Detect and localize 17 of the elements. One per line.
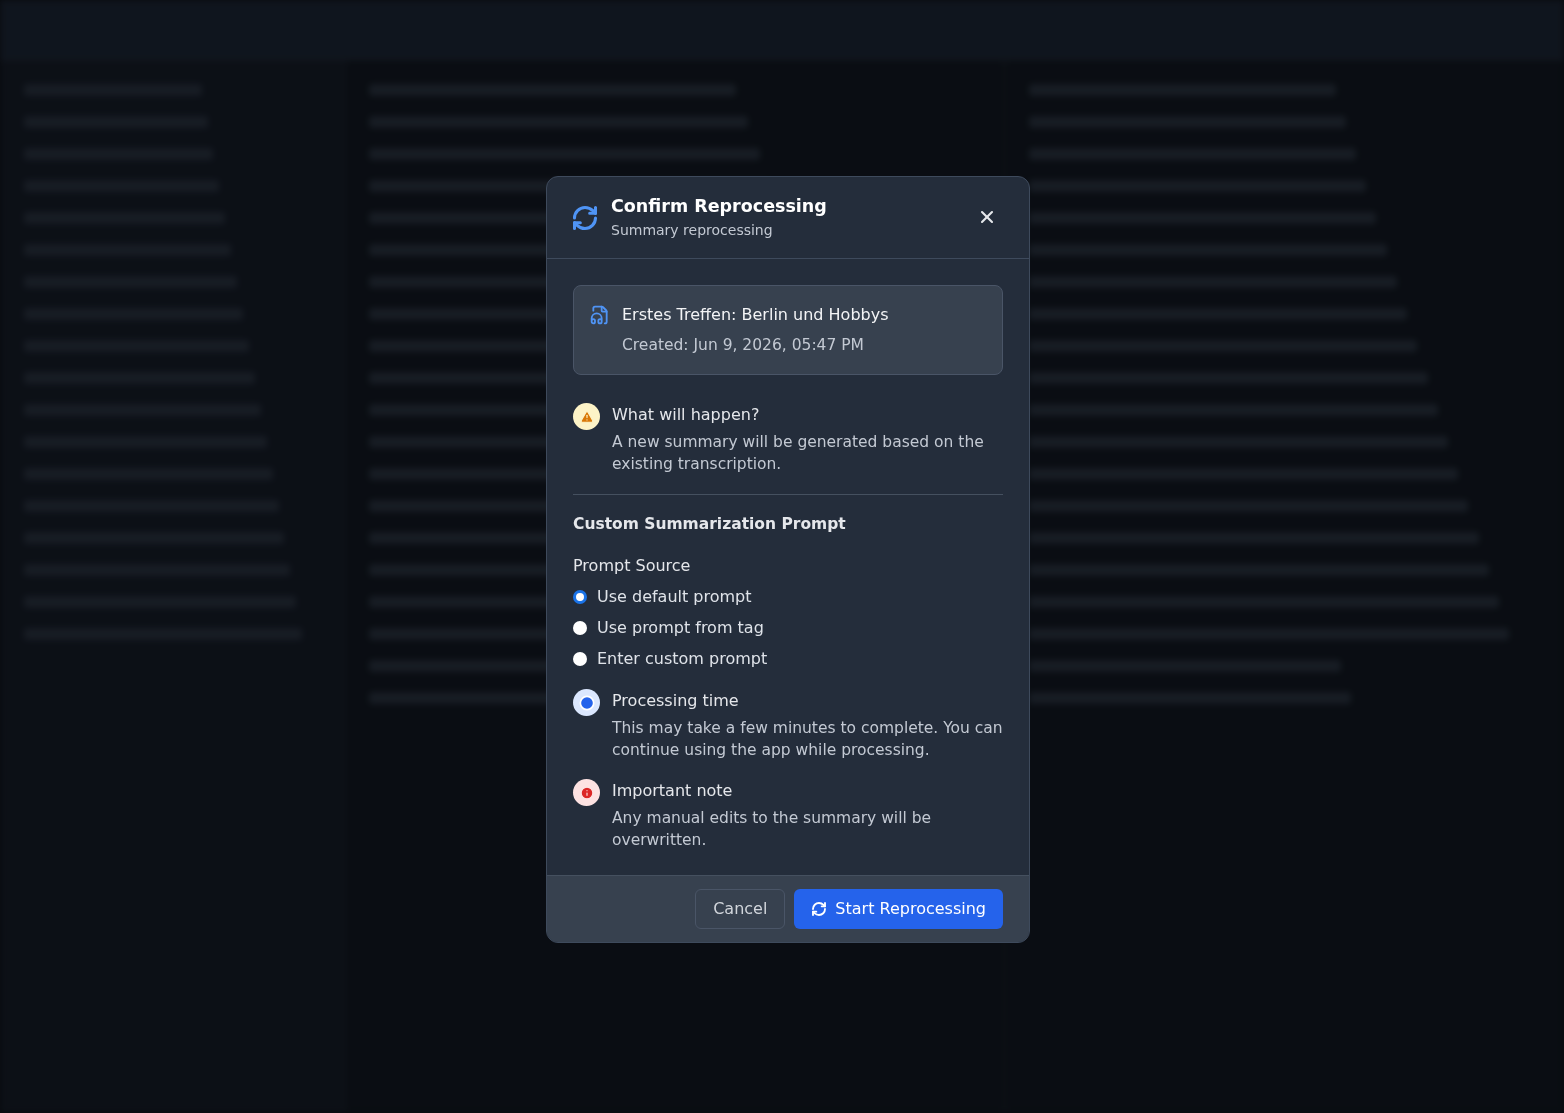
notice-text: This may take a few minutes to complete. You can continue using the app while processing.	[612, 718, 1003, 762]
radio-option[interactable]: Use default prompt	[573, 585, 1003, 610]
start-reprocessing-button[interactable]: Start Reprocessing	[794, 889, 1003, 930]
notice-text: A new summary will be generated based on the existing transcription.	[612, 432, 985, 475]
notice-title: Processing time	[612, 690, 740, 713]
dialog-title: Confirm Reprocessing	[611, 195, 828, 218]
recording-created: Created: Jun 9, 2026, 05:47 PM	[622, 335, 865, 356]
notice-title: Important note	[612, 780, 734, 803]
radio-option[interactable]: Enter custom prompt	[573, 647, 1003, 672]
notice-text: Any manual edits to the summary will be overwritten.	[612, 808, 933, 852]
dialog-subtitle: Summary reprocessing	[611, 221, 774, 240]
recording-title: Erstes Treffen: Berlin und Hobbys	[622, 304, 889, 326]
section-heading: Custom Summarization Prompt	[573, 514, 847, 535]
cancel-button[interactable]: Cancel	[695, 889, 786, 930]
notice-title: What will happen?	[612, 404, 761, 426]
field-label: Prompt Source	[573, 555, 692, 578]
radio-option[interactable]: Use prompt from tag	[573, 616, 1003, 641]
